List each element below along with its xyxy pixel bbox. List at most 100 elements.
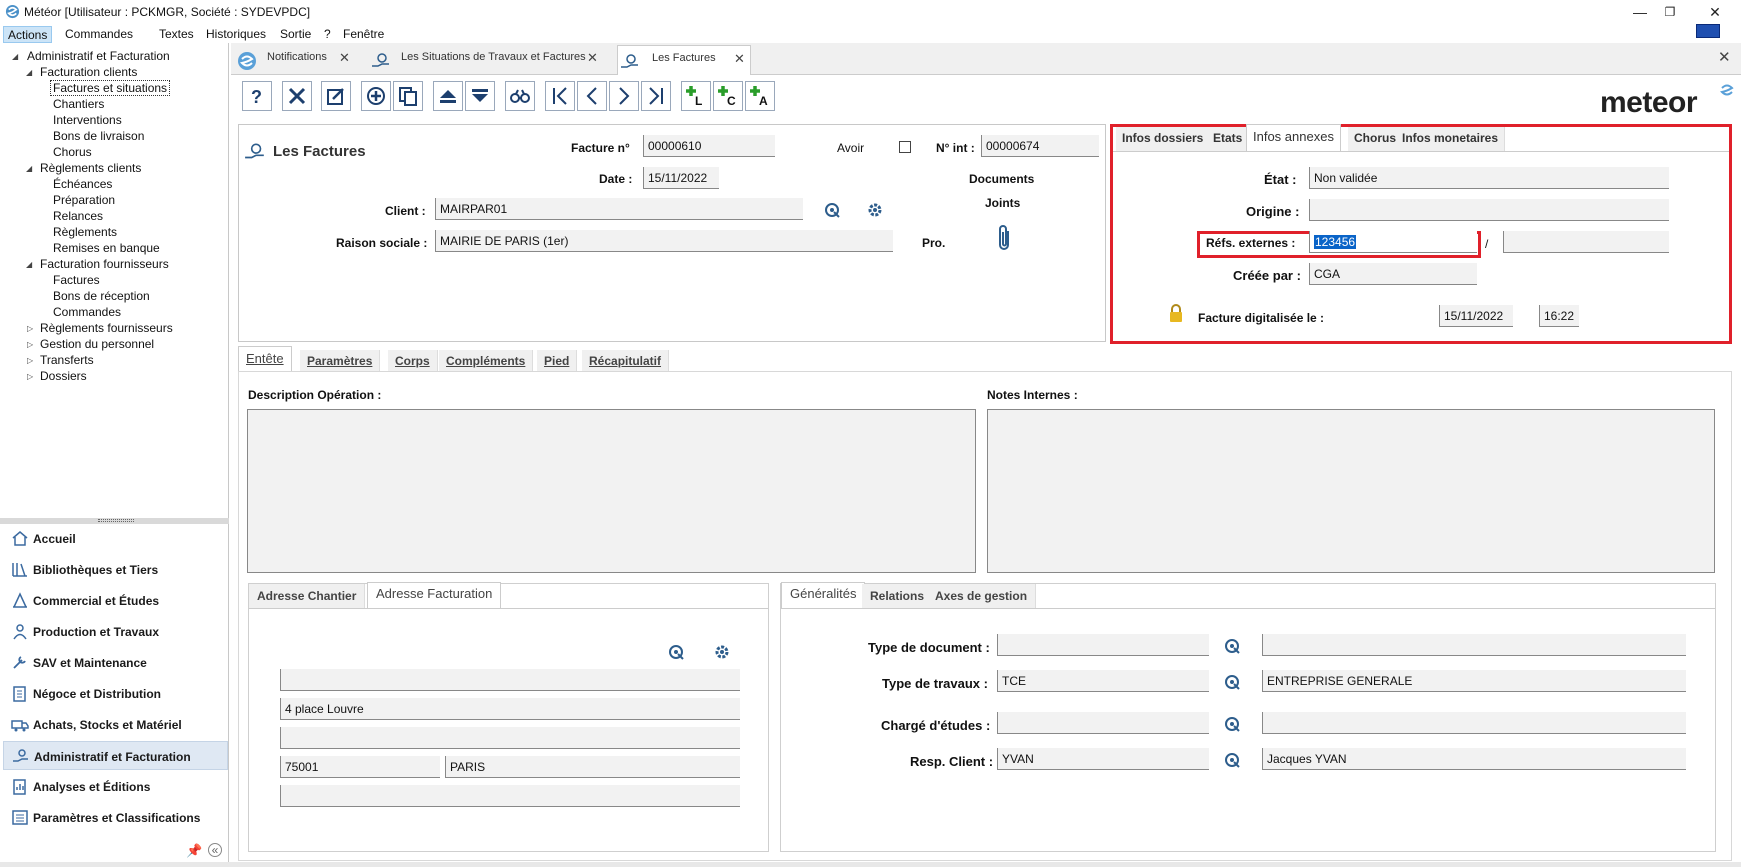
tree-item-chorus[interactable]: Chorus [53,145,92,159]
tab-parametres[interactable]: Paramètres [300,350,381,372]
add-chapter-button[interactable]: C [713,81,743,111]
charge-etudes-code[interactable] [997,712,1209,734]
description-operation-textarea[interactable] [247,409,976,573]
collapse-icon[interactable]: ◢ [26,68,32,77]
tab-entete[interactable]: Entête [238,346,292,372]
tree-root[interactable]: Administratif et Facturation [27,49,170,63]
raison-sociale-field[interactable]: MAIRIE DE PARIS (1er) [435,230,893,252]
refs-externes-field[interactable]: 123456 [1309,231,1477,253]
notes-internes-textarea[interactable] [987,409,1715,573]
etat-field[interactable]: Non validée [1309,167,1669,189]
target-lookup-icon[interactable] [1223,673,1241,691]
tab-chorus[interactable]: Chorus [1348,127,1403,151]
type-travaux-desc[interactable]: ENTREPRISE GENERALE [1262,670,1686,692]
nav-administratif[interactable]: Administratif et Facturation [3,741,228,770]
edit-button[interactable] [321,81,351,111]
tree-item-relances[interactable]: Relances [53,209,103,223]
date-field[interactable]: 15/11/2022 [643,167,719,189]
tree-item-factures-situations[interactable]: Factures et situations [50,80,171,96]
tab-notifications[interactable]: Notifications ✕ [235,45,355,75]
tab-infos-monetaires[interactable]: Infos monetaires [1396,127,1506,151]
tab-adresse-facturation[interactable]: Adresse Facturation [367,582,502,609]
close-all-icon[interactable]: ✕ [1718,48,1731,66]
tab-recapitulatif[interactable]: Récapitulatif [582,350,670,372]
menu-textes[interactable]: Textes [155,26,198,43]
tab-corps[interactable]: Corps [388,350,438,372]
tab-infos-annexes[interactable]: Infos annexes [1246,124,1341,151]
tab-les-factures[interactable]: Les Factures ✕ [617,45,751,75]
tree-facturation-clients[interactable]: Facturation clients [40,65,137,79]
pin-icon[interactable]: 📌 [186,843,202,859]
tree-item-interventions[interactable]: Interventions [53,113,122,127]
menu-sortie[interactable]: Sortie [276,26,315,43]
tree-item-commandes[interactable]: Commandes [53,305,121,319]
menu-historiques[interactable]: Historiques [202,26,270,43]
last-button[interactable] [641,81,671,111]
minimize-button[interactable]: — [1625,2,1655,22]
menu-fenetre[interactable]: Fenêtre [339,26,388,43]
collapse-icon[interactable]: ◢ [12,52,18,61]
next-button[interactable] [609,81,639,111]
origine-field[interactable] [1309,199,1669,221]
refs-externes-field-2[interactable] [1503,231,1669,253]
type-travaux-code[interactable]: TCE [997,670,1209,692]
first-button[interactable] [545,81,575,111]
tree-gestion-personnel[interactable]: Gestion du personnel [40,337,154,351]
digitalisee-date-field[interactable]: 15/11/2022 [1439,305,1513,327]
cancel-button[interactable] [282,81,312,111]
previous-button[interactable] [577,81,607,111]
nav-commercial[interactable]: Commercial et Études [3,586,228,615]
tree-item-chantiers[interactable]: Chantiers [53,97,104,111]
menu-commandes[interactable]: Commandes [61,26,137,43]
target-lookup-icon[interactable] [823,201,841,219]
restore-button[interactable]: ❐ [1655,2,1685,22]
tab-adresse-chantier[interactable]: Adresse Chantier [249,584,366,608]
nav-negoce[interactable]: Négoce et Distribution [3,679,228,708]
target-lookup-icon[interactable] [1223,715,1241,733]
search-button[interactable] [505,81,535,111]
digitalisee-time-field[interactable]: 16:22 [1539,305,1579,327]
expand-icon[interactable]: ▷ [27,372,33,381]
expand-icon[interactable]: ▷ [27,356,33,365]
type-document-code[interactable] [997,634,1209,656]
collapse-sidebar-icon[interactable]: « [208,843,222,857]
add-button[interactable] [361,81,391,111]
nav-parametres[interactable]: Paramètres et Classifications [3,803,228,832]
tree-item-echeances[interactable]: Échéances [53,177,112,191]
tree-transferts[interactable]: Transferts [40,353,94,367]
expand-icon[interactable]: ▷ [27,340,33,349]
tab-situations[interactable]: Les Situations de Travaux et Factures ✕ [369,45,603,75]
duplicate-button[interactable] [393,81,423,111]
nav-sav[interactable]: SAV et Maintenance [3,648,228,677]
add-line-button[interactable]: L [681,81,711,111]
nav-bibliotheques[interactable]: Bibliothèques et Tiers [3,555,228,584]
city-field[interactable]: PARIS [445,756,740,778]
avoir-checkbox[interactable] [899,141,911,153]
target-lookup-icon[interactable] [1223,637,1241,655]
help-button[interactable]: ? [242,81,272,111]
address-line-3[interactable] [280,727,740,749]
tree-item-remises-banque[interactable]: Remises en banque [53,241,160,255]
tab-complements[interactable]: Compléments [439,350,534,372]
target-lookup-icon[interactable] [1223,751,1241,769]
close-tab-icon[interactable]: ✕ [587,50,598,66]
client-field[interactable]: MAIRPAR01 [435,198,803,220]
paperclip-icon[interactable] [995,223,1013,253]
close-window-button[interactable]: ✕ [1700,2,1730,22]
tree-item-preparation[interactable]: Préparation [53,193,115,207]
address-line-2[interactable]: 4 place Louvre [280,698,740,720]
menu-actions[interactable]: Actions [3,26,53,43]
expand-icon[interactable]: ▷ [27,324,33,333]
tab-relations[interactable]: Relations [862,584,934,608]
move-up-button[interactable] [433,81,463,111]
tab-axes-gestion[interactable]: Axes de gestion [927,584,1037,608]
close-tab-icon[interactable]: ✕ [339,50,350,66]
resp-client-code[interactable]: YVAN [997,748,1209,770]
nav-analyses[interactable]: Analyses et Éditions [3,772,228,801]
tree-dossiers[interactable]: Dossiers [40,369,87,383]
address-line-5[interactable] [280,785,740,807]
collapse-icon[interactable]: ◢ [26,164,32,173]
tab-generalites[interactable]: Généralités [781,582,866,609]
nav-accueil[interactable]: Accueil [3,524,228,553]
tree-item-bons-livraison[interactable]: Bons de livraison [53,129,144,143]
